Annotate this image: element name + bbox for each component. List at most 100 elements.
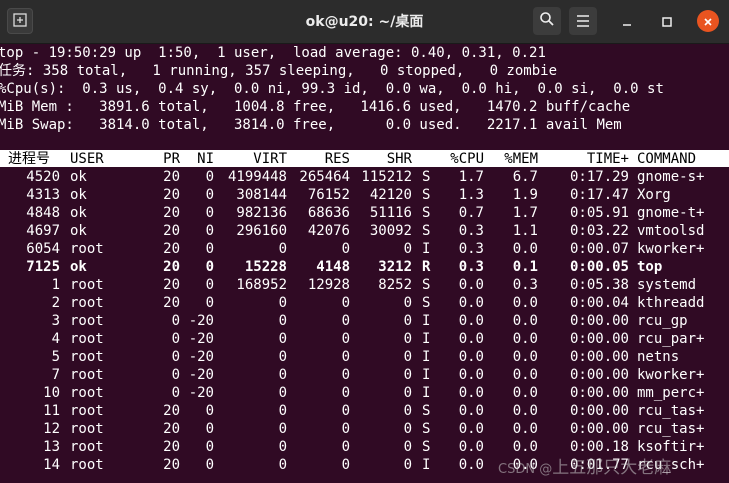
cell-pid: 2 <box>51 295 60 311</box>
cell-virt: 0 <box>278 313 287 329</box>
cell-shr: 0 <box>403 241 412 257</box>
cell-pr: 20 <box>163 277 180 293</box>
table-row: 12 root 20 0 0 0 0 S 0.0 0.0 0:00.00 rcu_tas+ <box>0 420 729 438</box>
cell-virt: 0 <box>278 331 287 347</box>
cell-ni: -20 <box>188 331 214 347</box>
cell-res: 4148 <box>316 259 350 275</box>
cell-state: S <box>422 205 431 221</box>
cell-time: 0:00.00 <box>569 421 629 437</box>
cell-pr: 0 <box>171 349 180 365</box>
cell-shr: 115212 <box>361 169 412 185</box>
minimize-button[interactable] <box>616 10 638 32</box>
cell-state: S <box>422 421 431 437</box>
cell-ni: -20 <box>188 385 214 401</box>
cell-pr: 20 <box>163 439 180 455</box>
cell-time: 0:05.91 <box>569 205 629 221</box>
summary-line: 任务: 358 total, 1 running, 357 sleeping, … <box>0 63 558 79</box>
cell-cpu: 0.3 <box>458 241 484 257</box>
cell-state: I <box>422 367 431 383</box>
cell-shr: 8252 <box>378 277 412 293</box>
cell-pid: 14 <box>43 457 60 473</box>
cell-state: S <box>422 223 431 239</box>
cell-pr: 20 <box>163 259 180 275</box>
cell-time: 0:03.22 <box>569 223 629 239</box>
maximize-button[interactable] <box>656 10 678 32</box>
cell-pr: 0 <box>171 313 180 329</box>
cell-virt: 0 <box>278 241 287 257</box>
cell-pid: 3 <box>51 313 60 329</box>
cell-virt: 168952 <box>236 277 287 293</box>
cell-res: 0 <box>341 331 350 347</box>
close-button[interactable] <box>697 10 719 32</box>
summary-line: %Cpu(s): 0.3 us, 0.4 sy, 0.0 ni, 99.3 id… <box>0 81 664 97</box>
cell-time: 0:17.29 <box>569 169 629 185</box>
csdn-watermark: CSDN @上五那只大老麻 <box>498 458 672 478</box>
cell-state: S <box>422 169 431 185</box>
table-row: 3 root 0 -20 0 0 0 I 0.0 0.0 0:00.00 rcu_gp <box>0 312 729 330</box>
cell-res: 265464 <box>299 169 350 185</box>
cell-pid: 11 <box>43 403 60 419</box>
cell-pid: 5 <box>51 349 60 365</box>
search-button[interactable] <box>533 7 561 35</box>
cell-mem: 0.0 <box>512 349 538 365</box>
close-icon <box>703 12 713 31</box>
cell-command: gnome-t+ <box>637 205 705 221</box>
cell-mem: 0.0 <box>512 403 538 419</box>
cell-pid: 7125 <box>26 259 60 275</box>
cell-ni: 0 <box>205 187 214 203</box>
cell-ni: 0 <box>205 277 214 293</box>
cell-res: 42076 <box>307 223 350 239</box>
cell-user: root <box>70 349 104 365</box>
terminal-output[interactable]: top - 19:50:29 up 1:50, 1 user, load ave… <box>0 44 729 483</box>
column-header: COMMAND <box>637 151 697 167</box>
cell-user: root <box>70 457 104 473</box>
column-header: USER <box>70 151 104 167</box>
cell-time: 0:00.00 <box>569 403 629 419</box>
cell-pr: 20 <box>163 295 180 311</box>
menu-button[interactable] <box>569 7 597 35</box>
cell-time: 0:17.47 <box>569 187 629 203</box>
cell-shr: 0 <box>403 457 412 473</box>
cell-user: root <box>70 241 104 257</box>
table-row: 4848 ok 20 0 982136 68636 51116 S 0.7 1.7 0:05.91 g… <box>0 204 729 222</box>
table-row: 4697 ok 20 0 296160 42076 30092 S 0.3 1.1 0:03.22 v… <box>0 222 729 240</box>
cell-ni: 0 <box>205 241 214 257</box>
new-tab-icon <box>13 12 27 31</box>
cell-shr: 0 <box>403 313 412 329</box>
cell-mem: 0.3 <box>512 277 538 293</box>
table-row: 2 root 20 0 0 0 0 S 0.0 0.0 0:00.04 kthreadd <box>0 294 729 312</box>
cell-ni: 0 <box>205 259 214 275</box>
cell-cpu: 0.3 <box>458 259 484 275</box>
cell-time: 0:00.00 <box>569 331 629 347</box>
cell-user: root <box>70 403 104 419</box>
cell-virt: 0 <box>278 457 287 473</box>
cell-res: 0 <box>341 295 350 311</box>
cell-pr: 0 <box>171 331 180 347</box>
cell-res: 0 <box>341 367 350 383</box>
cell-virt: 0 <box>278 385 287 401</box>
table-row: 11 root 20 0 0 0 0 S 0.0 0.0 0:00.00 rcu_tas+ <box>0 402 729 420</box>
cell-pid: 1 <box>51 277 60 293</box>
cell-shr: 0 <box>403 295 412 311</box>
cell-mem: 0.0 <box>512 331 538 347</box>
cell-cpu: 0.0 <box>458 439 484 455</box>
cell-cpu: 0.0 <box>458 385 484 401</box>
cell-pid: 10 <box>43 385 60 401</box>
cell-virt: 0 <box>278 349 287 365</box>
cell-cpu: 0.0 <box>458 331 484 347</box>
cell-mem: 6.7 <box>512 169 538 185</box>
new-tab-button[interactable] <box>7 8 33 34</box>
window-titlebar[interactable]: ok@u20: ~/桌面 <box>0 0 729 44</box>
cell-pid: 6054 <box>26 241 60 257</box>
cell-cpu: 0.0 <box>458 457 484 473</box>
cell-time: 0:00.00 <box>569 349 629 365</box>
cell-user: root <box>70 439 104 455</box>
cell-mem: 0.0 <box>512 241 538 257</box>
cell-state: I <box>422 241 431 257</box>
cell-command: vmtoolsd <box>637 223 705 239</box>
cell-user: ok <box>70 259 87 275</box>
cell-shr: 0 <box>403 421 412 437</box>
cell-cpu: 0.3 <box>458 223 484 239</box>
cell-state: R <box>422 259 431 275</box>
cell-state: S <box>422 439 431 455</box>
